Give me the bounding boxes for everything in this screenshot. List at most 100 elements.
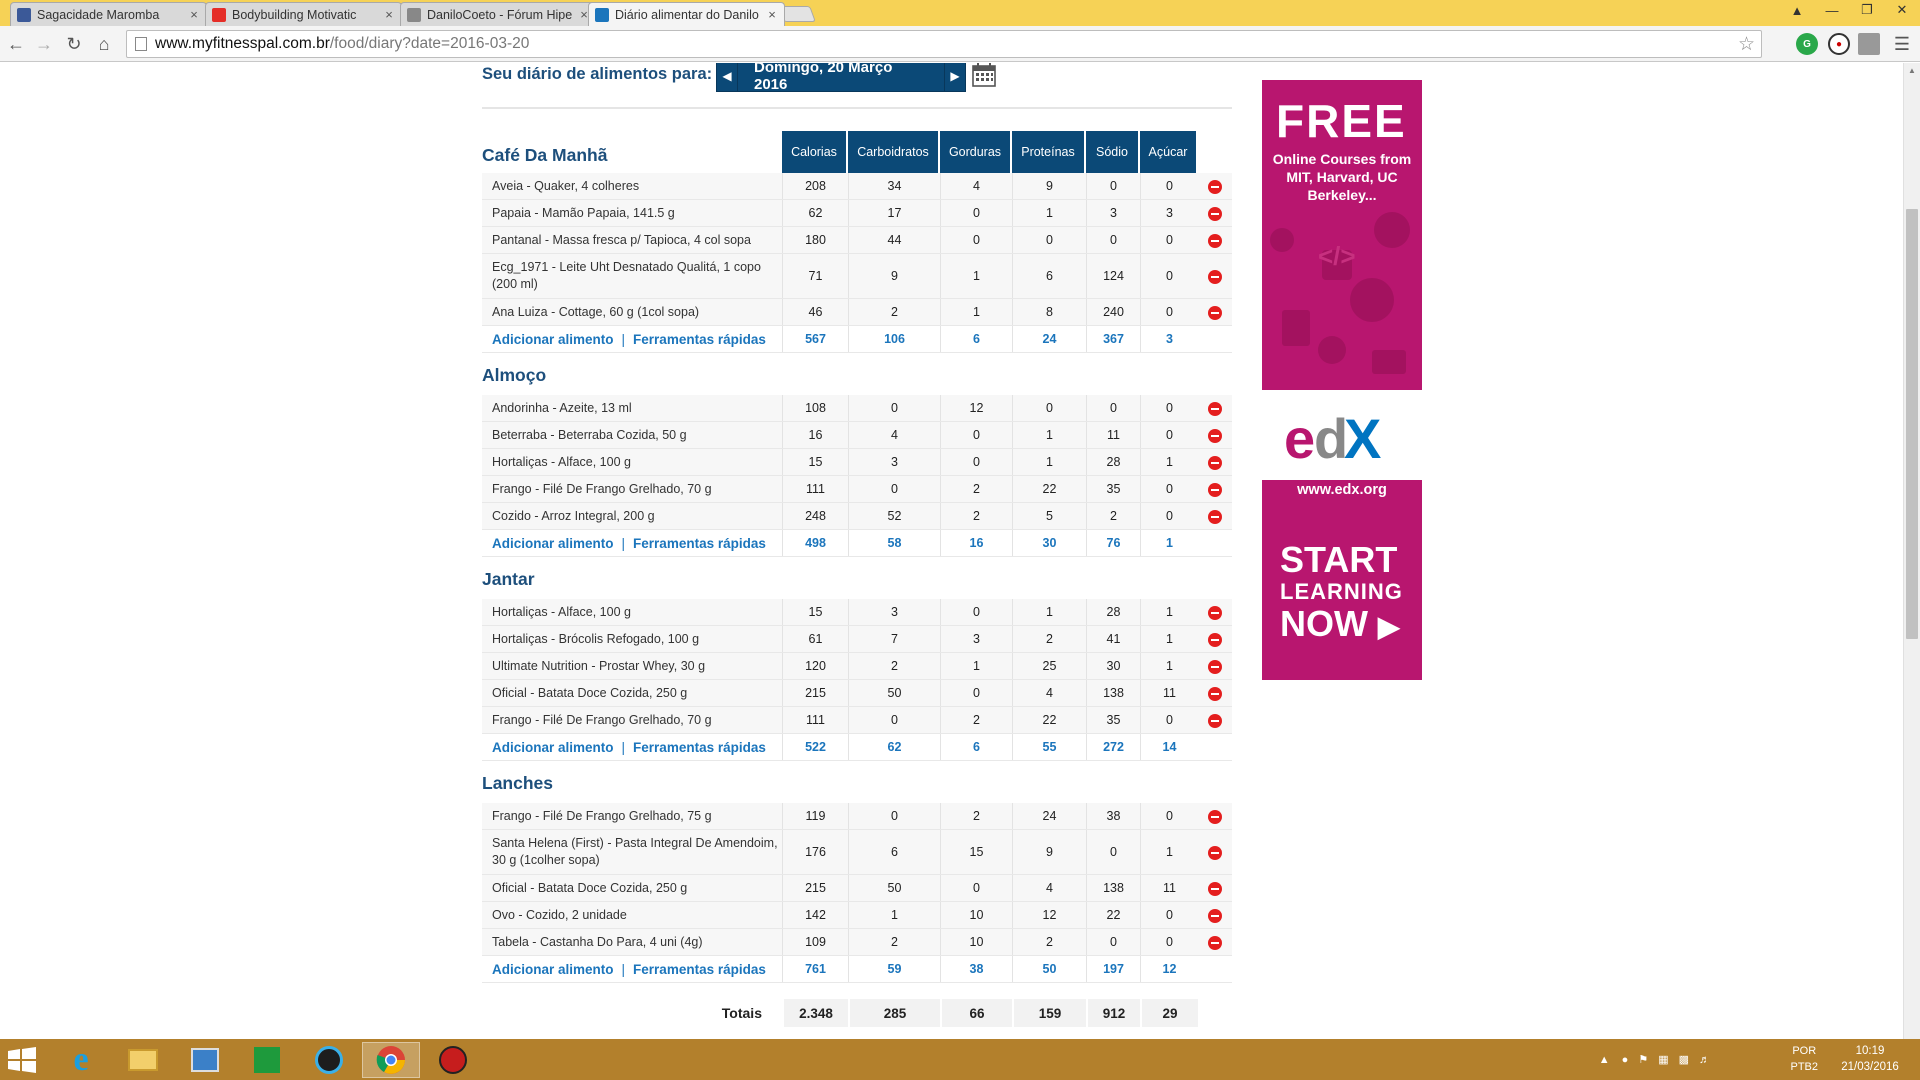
food-name[interactable]: Pantanal - Massa fresca p/ Tapioca, 4 co… bbox=[492, 227, 782, 253]
food-name[interactable]: Ovo - Cozido, 2 unidade bbox=[492, 902, 782, 928]
remove-food-icon[interactable] bbox=[1208, 206, 1222, 221]
remove-food-icon[interactable] bbox=[1208, 179, 1222, 194]
store-icon[interactable] bbox=[242, 1042, 292, 1078]
food-row: Ovo - Cozido, 2 unidade 142 1 10 12 22 0 bbox=[482, 902, 1232, 929]
food-name[interactable]: Aveia - Quaker, 4 colheres bbox=[492, 173, 782, 199]
tab-close-icon[interactable]: × bbox=[764, 7, 780, 22]
scroll-thumb[interactable] bbox=[1906, 209, 1918, 639]
food-name[interactable]: Andorinha - Azeite, 13 ml bbox=[492, 395, 782, 421]
internet-explorer-icon[interactable]: e bbox=[56, 1041, 106, 1078]
add-food-link[interactable]: Adicionar alimento bbox=[492, 536, 614, 551]
bookmark-star-icon[interactable]: ☆ bbox=[1738, 33, 1755, 56]
browser-tab[interactable]: Diário alimentar do Danilo × bbox=[588, 2, 785, 26]
remove-food-icon[interactable] bbox=[1208, 845, 1222, 860]
control-panel-icon[interactable] bbox=[180, 1042, 230, 1078]
quick-tools-link[interactable]: Ferramentas rápidas bbox=[633, 332, 766, 347]
extension-gray-icon[interactable] bbox=[1858, 33, 1880, 55]
food-name[interactable]: Papaia - Mamão Papaia, 141.5 g bbox=[492, 200, 782, 226]
nutrient-value: 0 bbox=[940, 599, 1012, 625]
nutrient-value: 6 bbox=[848, 830, 940, 874]
remove-food-icon[interactable] bbox=[1208, 482, 1222, 497]
scroll-up-icon[interactable]: ▲ bbox=[1904, 63, 1920, 79]
windows-start-icon[interactable] bbox=[8, 1047, 36, 1073]
remove-food-icon[interactable] bbox=[1208, 881, 1222, 896]
flag-icon[interactable]: ⚑ bbox=[1638, 1053, 1648, 1066]
previous-day-button[interactable]: ◀ bbox=[716, 63, 738, 92]
vertical-scrollbar[interactable]: ▲ bbox=[1903, 63, 1920, 1039]
address-bar[interactable]: www.myfitnesspal.com.br/food/diary?date=… bbox=[126, 30, 1762, 58]
food-name[interactable]: Oficial - Batata Doce Cozida, 250 g bbox=[492, 680, 782, 706]
food-name[interactable]: Hortaliças - Brócolis Refogado, 100 g bbox=[492, 626, 782, 652]
food-name[interactable]: Ultimate Nutrition - Prostar Whey, 30 g bbox=[492, 653, 782, 679]
food-name[interactable]: Oficial - Batata Doce Cozida, 250 g bbox=[492, 875, 782, 901]
separator: | bbox=[621, 535, 626, 551]
close-window-button[interactable]: ✕ bbox=[1885, 0, 1919, 20]
food-name[interactable]: Frango - Filé De Frango Grelhado, 75 g bbox=[492, 803, 782, 829]
food-row: Pantanal - Massa fresca p/ Tapioca, 4 co… bbox=[482, 227, 1232, 254]
remove-food-icon[interactable] bbox=[1208, 908, 1222, 923]
food-name[interactable]: Hortaliças - Alface, 100 g bbox=[492, 599, 782, 625]
chrome-icon[interactable] bbox=[362, 1042, 420, 1078]
tab-close-icon[interactable]: × bbox=[186, 7, 202, 22]
browser-tab[interactable]: Sagacidade Maromba × bbox=[10, 2, 207, 26]
remove-food-icon[interactable] bbox=[1208, 659, 1222, 674]
food-name[interactable]: Cozido - Arroz Integral, 200 g bbox=[492, 503, 782, 529]
food-name[interactable]: Tabela - Castanha Do Para, 4 uni (4g) bbox=[492, 929, 782, 955]
food-name[interactable]: Santa Helena (First) - Pasta Integral De… bbox=[492, 830, 782, 874]
quick-tools-link[interactable]: Ferramentas rápidas bbox=[633, 536, 766, 551]
home-icon[interactable]: ⌂ bbox=[92, 32, 116, 56]
extension-green-icon[interactable]: G bbox=[1796, 33, 1818, 55]
browser-tab[interactable]: DaniloCoeto - Fórum Hipe × bbox=[400, 2, 597, 26]
remove-food-icon[interactable] bbox=[1208, 233, 1222, 248]
quick-tools-link[interactable]: Ferramentas rápidas bbox=[633, 740, 766, 755]
ad-cta[interactable]: START LEARNING NOW ▶ bbox=[1280, 542, 1403, 645]
browser-tab[interactable]: Bodybuilding Motivatic × bbox=[205, 2, 402, 26]
language-indicator[interactable]: POR PTB2 bbox=[1790, 1043, 1818, 1075]
clock[interactable]: 10:19 21/03/2016 bbox=[1830, 1043, 1910, 1075]
menu-icon[interactable]: ☰ bbox=[1890, 32, 1914, 56]
food-name[interactable]: Ana Luiza - Cottage, 60 g (1col sopa) bbox=[492, 299, 782, 325]
restore-button[interactable]: ❐ bbox=[1850, 0, 1884, 20]
remove-food-icon[interactable] bbox=[1208, 632, 1222, 647]
network-icon[interactable]: ▩ bbox=[1679, 1053, 1689, 1066]
remove-food-icon[interactable] bbox=[1208, 269, 1222, 284]
windows-icon[interactable]: ▦ bbox=[1658, 1053, 1668, 1066]
remove-food-icon[interactable] bbox=[1208, 605, 1222, 620]
app-c-icon[interactable] bbox=[304, 1042, 354, 1078]
food-name[interactable]: Hortaliças - Alface, 100 g bbox=[492, 449, 782, 475]
remove-food-icon[interactable] bbox=[1208, 305, 1222, 320]
forward-icon[interactable]: → bbox=[32, 32, 56, 56]
red-app-icon[interactable] bbox=[428, 1042, 478, 1078]
meal-actions: Adicionar alimento | Ferramentas rápidas bbox=[492, 734, 766, 760]
add-food-link[interactable]: Adicionar alimento bbox=[492, 740, 614, 755]
minimize-button[interactable]: — bbox=[1815, 0, 1849, 20]
user-icon[interactable]: ▲ bbox=[1780, 0, 1814, 20]
remove-food-icon[interactable] bbox=[1208, 809, 1222, 824]
tray-app-icon[interactable]: ● bbox=[1622, 1054, 1629, 1066]
back-icon[interactable]: ← bbox=[4, 32, 28, 56]
edx-advertisement[interactable]: </> FREE Online Courses from MIT, Harvar… bbox=[1262, 80, 1422, 680]
remove-food-icon[interactable] bbox=[1208, 401, 1222, 416]
food-name[interactable]: Frango - Filé De Frango Grelhado, 70 g bbox=[492, 476, 782, 502]
tray-expand-icon[interactable]: ▲ bbox=[1599, 1054, 1610, 1066]
food-name[interactable]: Ecg_1971 - Leite Uht Desnatado Qualitá, … bbox=[492, 254, 782, 298]
volume-icon[interactable]: ♬ bbox=[1699, 1054, 1710, 1066]
add-food-link[interactable]: Adicionar alimento bbox=[492, 332, 614, 347]
food-name[interactable]: Frango - Filé De Frango Grelhado, 70 g bbox=[492, 707, 782, 733]
calendar-icon[interactable] bbox=[972, 63, 996, 87]
add-food-link[interactable]: Adicionar alimento bbox=[492, 962, 614, 977]
remove-food-icon[interactable] bbox=[1208, 935, 1222, 950]
food-name[interactable]: Beterraba - Beterraba Cozida, 50 g bbox=[492, 422, 782, 448]
extension-badge-icon[interactable]: ● bbox=[1828, 33, 1850, 55]
reload-icon[interactable]: ↻ bbox=[62, 32, 86, 56]
remove-food-icon[interactable] bbox=[1208, 428, 1222, 443]
file-explorer-icon[interactable] bbox=[118, 1042, 168, 1078]
remove-food-icon[interactable] bbox=[1208, 509, 1222, 524]
quick-tools-link[interactable]: Ferramentas rápidas bbox=[633, 962, 766, 977]
remove-food-icon[interactable] bbox=[1208, 713, 1222, 728]
remove-food-icon[interactable] bbox=[1208, 686, 1222, 701]
remove-food-icon[interactable] bbox=[1208, 455, 1222, 470]
meal-total-value: 58 bbox=[848, 530, 940, 556]
next-day-button[interactable]: ▶ bbox=[944, 63, 966, 92]
tab-close-icon[interactable]: × bbox=[381, 7, 397, 22]
